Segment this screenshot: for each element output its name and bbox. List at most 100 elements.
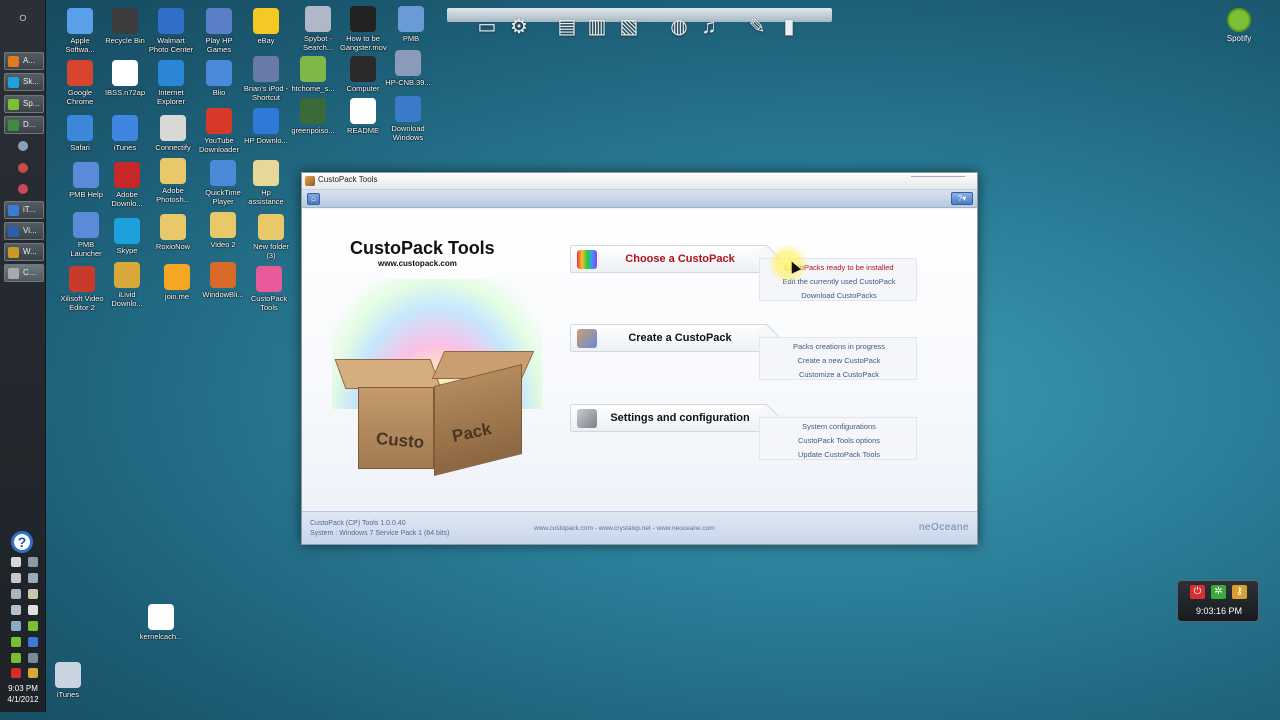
desktop-icon[interactable]: Recycle Bin — [102, 8, 148, 46]
link-tools-options[interactable]: CustoPack Tools options — [760, 436, 918, 445]
desktop-icon[interactable]: kernelcach... — [138, 604, 184, 642]
desktop-icon[interactable]: PMB Help — [63, 162, 109, 200]
desktop-icon[interactable]: PMB Launcher — [63, 212, 109, 258]
desktop-icon[interactable]: How to be Gangster.mov — [340, 6, 387, 52]
help-icon[interactable]: ? — [11, 531, 33, 553]
folder-download-icon[interactable]: ▤ — [555, 15, 579, 39]
window-controls[interactable] — [911, 176, 965, 185]
desktop-icon[interactable]: Skype — [104, 218, 150, 256]
desktop-icon[interactable]: Xilisoft Video Editor 2 — [59, 266, 105, 312]
create-custopack-button[interactable]: Create a CustoPack — [570, 324, 768, 352]
link-customize[interactable]: Customize a CustoPack — [760, 370, 918, 379]
tray-icon[interactable] — [11, 605, 21, 615]
desktop-icon[interactable]: Safari — [57, 115, 103, 153]
taskbar-item-skype[interactable]: Sk... — [4, 73, 44, 91]
tray-icon[interactable] — [11, 621, 21, 631]
taskbar-item-custopack[interactable]: C... — [4, 264, 44, 282]
link-download-custopacks[interactable]: Download CustoPacks — [760, 291, 918, 300]
pin-icon[interactable] — [18, 163, 28, 173]
wrench-icon[interactable]: ✎ — [745, 15, 769, 39]
taskbar-item-d[interactable]: D... — [4, 116, 44, 134]
power-icon[interactable]: ⏻ — [1190, 585, 1205, 599]
link-update-tools[interactable]: Update CustoPack Tools — [760, 450, 918, 459]
taskbar-clock-date[interactable]: 4/1/2012 — [0, 695, 46, 704]
desktop-icon[interactable]: Computer — [340, 56, 386, 94]
tray-icon[interactable] — [11, 637, 21, 647]
gear-icon[interactable]: ⚙ — [507, 15, 531, 39]
desktop-icon-spotify[interactable]: Spotify — [1224, 8, 1254, 43]
network-icon[interactable]: ✲ — [1211, 585, 1226, 599]
trash-icon[interactable]: ▮ — [777, 15, 801, 39]
tray-icon[interactable] — [11, 589, 21, 599]
desktop-icon[interactable]: README — [340, 98, 386, 136]
home-button[interactable]: ⌂ — [307, 193, 320, 205]
taskbar-item-adobe[interactable]: A... — [4, 52, 44, 70]
desktop-icon[interactable]: New folder (3) — [248, 214, 294, 260]
title-bar[interactable]: CustoPack Tools — [302, 173, 977, 190]
tray-icon[interactable] — [11, 653, 21, 663]
desktop-icon[interactable]: greenpoiso... — [290, 98, 336, 136]
settings-button[interactable]: Settings and configuration — [570, 404, 768, 432]
desktop-icon[interactable]: IBSS.n72ap — [102, 60, 148, 98]
key-icon[interactable]: ⚷ — [1232, 585, 1247, 599]
laptop-icon[interactable]: ▭ — [475, 15, 499, 39]
desktop-icon[interactable]: Video 2 — [200, 212, 246, 250]
tray-icon[interactable] — [28, 589, 38, 599]
taskbar-item-spotify[interactable]: Sp... — [4, 95, 44, 113]
desktop-icon[interactable]: iLivid Downlo... — [104, 262, 150, 308]
choose-custopack-button[interactable]: Choose a CustoPack — [570, 245, 768, 273]
music-icon[interactable]: ♫ — [697, 15, 721, 39]
desktop-icon[interactable]: Brian's iPod - Shortcut — [243, 56, 289, 102]
desktop-icon[interactable]: RoxioNow — [150, 214, 196, 252]
desktop-icon[interactable]: PMB — [388, 6, 434, 44]
desktop-icon[interactable]: WindowBli... — [200, 262, 246, 300]
taskbar-item-itunes[interactable]: iT... — [4, 201, 44, 219]
desktop-icon[interactable]: Adobe Downlo... — [104, 162, 150, 208]
desktop-icon[interactable]: HP-CNB.39... — [385, 50, 431, 88]
desktop-icon[interactable]: Google Chrome — [57, 60, 103, 106]
desktop-icon[interactable]: Adobe Photosh... — [150, 158, 196, 204]
pin-icon[interactable] — [18, 141, 28, 151]
desktop-icon[interactable]: Download Windows — [385, 96, 431, 142]
spotify-tray-icon[interactable] — [28, 621, 38, 631]
desktop-icon[interactable]: YouTube Downloader — [196, 108, 242, 154]
globe-icon[interactable]: ◍ — [667, 15, 691, 39]
bluetooth-icon[interactable] — [28, 637, 38, 647]
desktop-icon[interactable]: HP Downlo... — [243, 108, 289, 146]
tray-icon[interactable] — [28, 573, 38, 583]
tray-icon[interactable] — [28, 668, 38, 678]
volume-icon[interactable] — [11, 573, 21, 583]
desktop-icon[interactable]: Connectify — [150, 115, 196, 153]
taskbar-clock-time[interactable]: 9:03 PM — [0, 684, 46, 693]
desktop-shortcut-icon — [206, 8, 232, 34]
folder-icon[interactable]: ▥ — [585, 15, 609, 39]
desktop-icon[interactable]: Internet Explorer — [148, 60, 194, 106]
desktop-icon[interactable]: htchome_s... — [290, 56, 336, 94]
desktop-icon[interactable]: join.me — [154, 264, 200, 302]
desktop-icon[interactable]: Blio — [196, 60, 242, 98]
tray-icon[interactable] — [28, 653, 38, 663]
folder-music-icon[interactable]: ▧ — [617, 15, 641, 39]
desktop-icon[interactable]: iTunes — [102, 115, 148, 153]
link-create-new[interactable]: Create a new CustoPack — [760, 356, 918, 365]
desktop-icon[interactable]: Play HP Games — [196, 8, 242, 54]
signal-icon[interactable] — [28, 557, 38, 567]
desktop-icon[interactable]: Spybot - Search... — [295, 6, 341, 52]
taskbar-item-video[interactable]: Vi... — [4, 222, 44, 240]
start-button[interactable]: ○ — [14, 8, 32, 26]
tray-icon[interactable] — [11, 668, 21, 678]
desktop-icon[interactable]: iTunes — [45, 662, 91, 700]
desktop-shortcut-icon — [253, 56, 279, 82]
desktop-icon[interactable]: eBay — [243, 8, 289, 46]
help-button[interactable]: ?▾ — [951, 192, 973, 205]
desktop-icon[interactable]: CustoPack Tools — [246, 266, 292, 312]
footer-links[interactable]: www.custopack.com - www.crystalxp.net - … — [534, 525, 715, 532]
pin-icon[interactable] — [18, 184, 28, 194]
desktop-icon[interactable]: Hp assistance — [243, 160, 289, 206]
desktop-icon[interactable]: Apple Softwa... — [57, 8, 103, 54]
tray-icon[interactable] — [28, 605, 38, 615]
desktop-icon[interactable]: Walmart Photo Center — [148, 8, 194, 54]
taskbar-item-w[interactable]: W... — [4, 243, 44, 261]
tray-icon[interactable] — [11, 557, 21, 567]
desktop-icon[interactable]: QuickTime Player — [200, 160, 246, 206]
